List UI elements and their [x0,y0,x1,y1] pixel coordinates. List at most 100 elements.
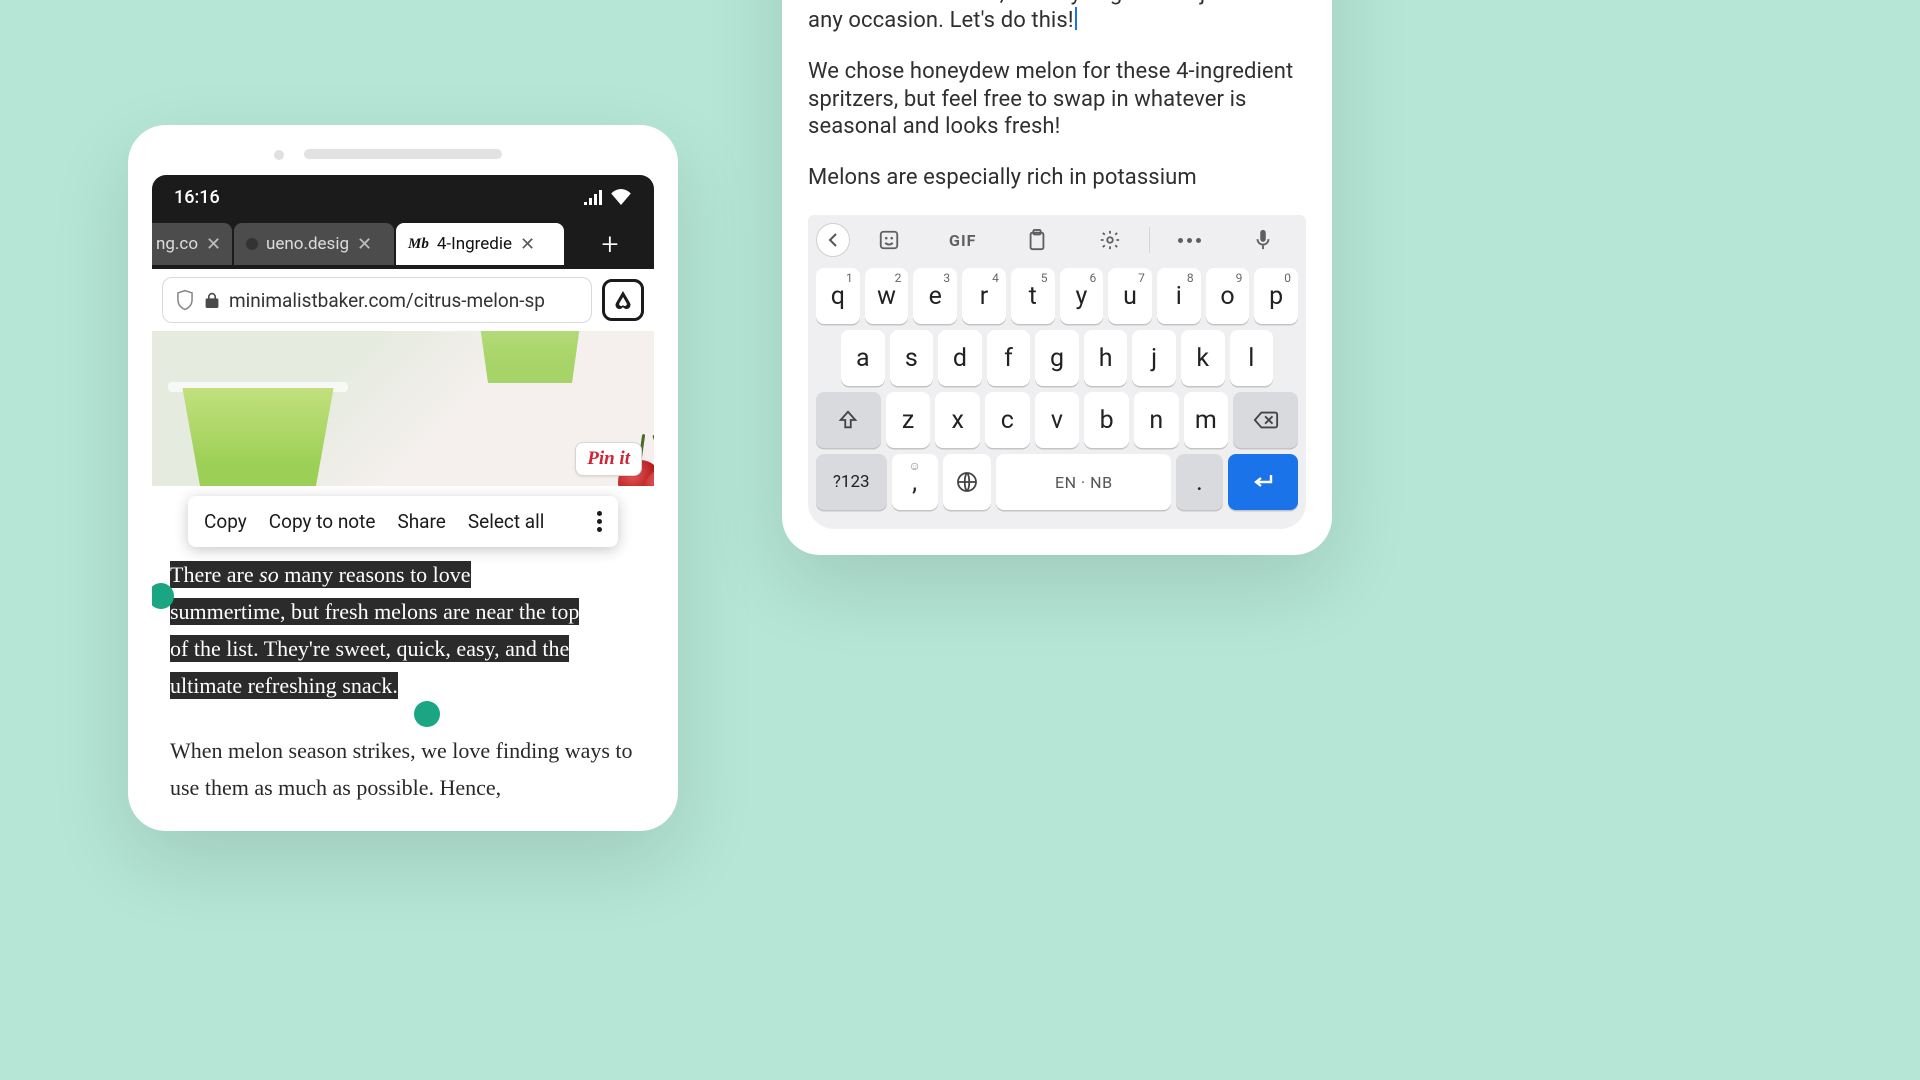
tab-label: ueno.desig [266,234,349,254]
backspace-key[interactable] [1233,392,1298,448]
phone-right: finding ways to use them as much as poss… [782,0,1332,555]
article-body: There are so many reasons to love summer… [152,553,654,807]
clipboard-button[interactable] [1002,229,1072,251]
note-paragraph: We tested both virgin and alcoholic vers… [808,0,1306,34]
favicon: Mb [408,236,429,253]
article-paragraph: When melon season strikes, we love findi… [170,733,636,807]
key-o[interactable]: o9 [1206,268,1250,324]
keyboard-row-2: asdfghjkl [808,327,1306,389]
key-z[interactable]: z [886,392,931,448]
key-u[interactable]: u7 [1108,268,1152,324]
key-b[interactable]: b [1084,392,1129,448]
shield-icon [175,289,195,311]
key-x[interactable]: x [935,392,980,448]
key-l[interactable]: l [1230,330,1274,386]
mic-icon [1255,229,1271,251]
phone-screen: 16:16 ng.co ✕ ueno.desig ✕ Mb 4-Ingredie… [152,175,654,807]
key-f[interactable]: f [987,330,1031,386]
backspace-icon [1253,410,1279,430]
comma-key[interactable]: ☺ , [892,454,938,510]
new-tab-button[interactable]: + [566,219,654,269]
key-m[interactable]: m [1184,392,1229,448]
selected-text[interactable]: There are so many reasons to love summer… [170,557,636,705]
mic-button[interactable] [1228,229,1298,251]
status-time: 16:16 [174,187,220,208]
clipboard-icon [1027,229,1047,251]
gear-icon [1099,229,1121,251]
phone-left: 16:16 ng.co ✕ ueno.desig ✕ Mb 4-Ingredie… [128,125,678,831]
shift-icon [837,409,859,431]
text-selection-menu: Copy Copy to note Share Select all [188,496,618,547]
settings-button[interactable] [1075,229,1145,251]
close-icon[interactable]: ✕ [357,234,372,255]
close-icon[interactable]: ✕ [206,234,221,255]
close-icon[interactable]: ✕ [520,234,535,255]
selection-handle-end[interactable] [414,701,440,727]
key-y[interactable]: y6 [1060,268,1104,324]
space-key[interactable]: EN · NB [996,454,1171,510]
copy-to-note-button[interactable]: Copy to note [269,510,376,533]
favicon-dot [246,238,258,250]
key-k[interactable]: k [1181,330,1225,386]
key-t[interactable]: t5 [1011,268,1055,324]
key-r[interactable]: r4 [962,268,1006,324]
note-paragraph: We chose honeydew melon for these 4-ingr… [808,58,1306,140]
key-i[interactable]: i8 [1157,268,1201,324]
enter-icon [1251,473,1275,491]
pin-it-button[interactable]: Pin it [575,442,642,476]
key-j[interactable]: j [1132,330,1176,386]
status-bar: 16:16 [152,175,654,219]
wifi-icon [610,189,632,205]
sticker-icon [878,229,900,251]
vivaldi-menu-button[interactable] [602,279,644,321]
copy-button[interactable]: Copy [204,510,247,533]
shift-key[interactable] [816,392,881,448]
share-button[interactable]: Share [397,510,445,533]
key-a[interactable]: a [841,330,885,386]
tab-1[interactable]: ng.co ✕ [152,223,232,265]
select-all-button[interactable]: Select all [468,510,545,533]
symbols-key[interactable]: ?123 [816,454,887,510]
dots-icon [1178,238,1201,243]
keyboard-row-4: ?123 ☺ , EN · NB . [808,451,1306,513]
address-bar[interactable]: minimalistbaker.com/citrus-melon-sp [162,277,592,323]
chevron-left-icon [828,232,838,248]
key-p[interactable]: p0 [1254,268,1298,324]
key-s[interactable]: s [890,330,934,386]
keyboard-toolbar: GIF [808,215,1306,265]
note-content[interactable]: finding ways to use them as much as poss… [808,0,1306,191]
url-text: minimalistbaker.com/citrus-melon-sp [229,289,545,312]
key-h[interactable]: h [1084,330,1128,386]
gif-button[interactable]: GIF [928,231,998,250]
key-n[interactable]: n [1134,392,1179,448]
keyboard: GIF q1w2e3r4t5y6u7i8o9p0 asdfghjkl zxcvb… [808,215,1306,529]
enter-key[interactable] [1228,454,1299,510]
lock-icon [205,292,219,308]
key-v[interactable]: v [1035,392,1080,448]
tab-strip: ng.co ✕ ueno.desig ✕ Mb 4-Ingredie ✕ + [152,219,654,269]
tab-2[interactable]: ueno.desig ✕ [234,223,394,265]
key-g[interactable]: g [1035,330,1079,386]
keyboard-row-1: q1w2e3r4t5y6u7i8o9p0 [808,265,1306,327]
tab-label: ng.co [156,234,198,254]
key-c[interactable]: c [985,392,1030,448]
globe-icon [955,470,979,494]
tab-3-active[interactable]: Mb 4-Ingredie ✕ [396,223,564,265]
more-options-button[interactable] [597,511,602,532]
tab-label: 4-Ingredie [437,234,512,254]
signal-icon [584,189,604,205]
key-w[interactable]: w2 [865,268,909,324]
address-row: minimalistbaker.com/citrus-melon-sp [152,269,654,331]
key-e[interactable]: e3 [913,268,957,324]
more-button[interactable] [1154,238,1224,243]
sticker-button[interactable] [854,229,924,251]
emoji-icon: ☺ [908,459,920,473]
period-key[interactable]: . [1176,454,1222,510]
keyboard-row-3: zxcvbnm [808,389,1306,451]
vivaldi-icon [611,288,635,312]
language-key[interactable] [943,454,992,510]
keyboard-back-button[interactable] [816,223,850,257]
note-paragraph: Melons are especially rich in potassium [808,164,1306,191]
key-d[interactable]: d [938,330,982,386]
key-q[interactable]: q1 [816,268,860,324]
